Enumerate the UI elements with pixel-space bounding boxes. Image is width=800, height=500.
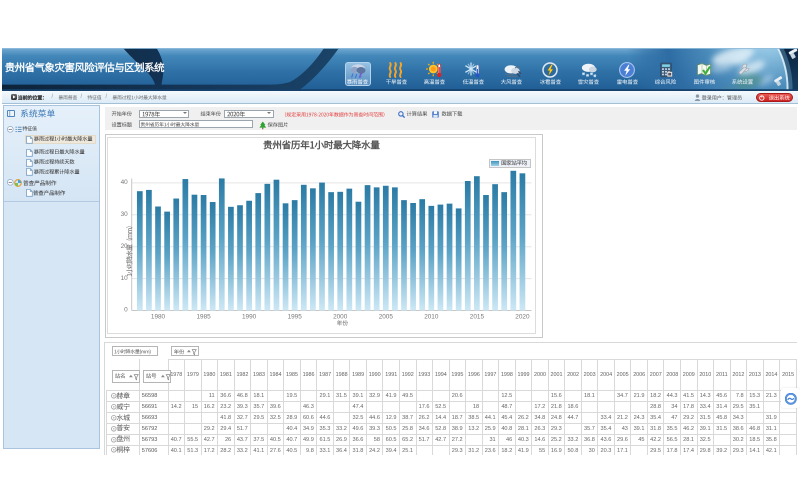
svg-text:2000: 2000 (333, 313, 348, 320)
svg-text:0: 0 (124, 306, 128, 313)
svg-text:40: 40 (121, 179, 129, 186)
svg-text:1985: 1985 (196, 313, 211, 320)
svg-text:1990: 1990 (242, 313, 257, 320)
svg-text:2015: 2015 (470, 313, 485, 320)
svg-text:2010: 2010 (424, 313, 439, 320)
svg-text:1995: 1995 (288, 313, 303, 320)
svg-text:2005: 2005 (379, 313, 394, 320)
svg-text:1980: 1980 (151, 313, 166, 320)
svg-text:2020: 2020 (515, 313, 530, 320)
